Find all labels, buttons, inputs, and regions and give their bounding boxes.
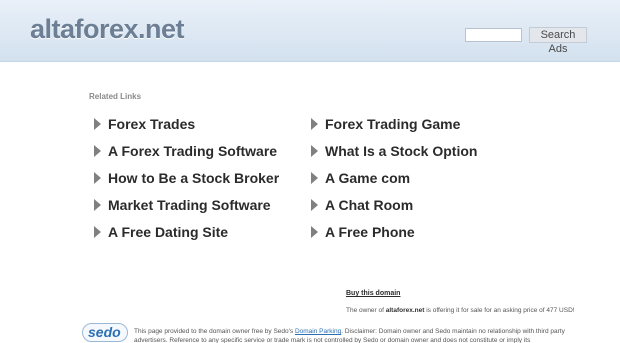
related-link[interactable]: A Free Phone [311, 218, 477, 245]
site-title: altaforex.net [30, 14, 185, 44]
related-link-label: Forex Trades [108, 115, 196, 132]
related-link-label: A Free Phone [325, 223, 415, 240]
related-link[interactable]: Forex Trades [94, 110, 279, 137]
sale-prefix: The owner of [346, 307, 386, 314]
arrow-right-icon [94, 144, 101, 157]
related-links-heading: Related Links [89, 92, 142, 101]
related-link[interactable]: A Chat Room [311, 191, 477, 218]
arrow-right-icon [94, 225, 101, 238]
search-input[interactable] [465, 28, 522, 42]
related-links-left-column: Forex Trades A Forex Trading Software Ho… [94, 110, 279, 245]
related-link[interactable]: A Forex Trading Software [94, 137, 279, 164]
related-link-label: A Free Dating Site [108, 223, 229, 240]
sedo-logo[interactable]: sedo [82, 323, 128, 342]
arrow-right-icon [94, 171, 101, 184]
disclaimer-text: This page provided to the domain owner f… [134, 327, 594, 343]
related-link-label: Market Trading Software [108, 196, 271, 213]
sale-domain: altaforex.net [385, 307, 425, 314]
arrow-right-icon [311, 117, 318, 130]
domain-parking-link[interactable]: Domain Parking [295, 328, 341, 335]
related-link-label: What Is a Stock Option [325, 142, 478, 159]
header-bar: altaforex.net Search Ads [0, 0, 620, 62]
related-links-right-column: Forex Trading Game What Is a Stock Optio… [311, 110, 477, 245]
search-ads-button[interactable]: Search Ads [529, 27, 587, 55]
sale-notice: The owner of altaforex.net is offering i… [346, 307, 596, 314]
related-link[interactable]: Forex Trading Game [311, 110, 477, 137]
sale-suffix: is offering it for sale for an asking pr… [424, 307, 575, 314]
disclaimer-prefix: This page provided to the domain owner f… [134, 328, 295, 335]
related-link[interactable]: What Is a Stock Option [311, 137, 477, 164]
related-link[interactable]: A Game com [311, 164, 477, 191]
arrow-right-icon [311, 144, 318, 157]
related-link-label: Forex Trading Game [325, 115, 461, 132]
related-link-label: A Game com [325, 169, 411, 186]
arrow-right-icon [311, 225, 318, 238]
arrow-right-icon [94, 117, 101, 130]
arrow-right-icon [311, 171, 318, 184]
related-link-label: How to Be a Stock Broker [108, 169, 280, 186]
related-link[interactable]: A Free Dating Site [94, 218, 279, 245]
related-link[interactable]: How to Be a Stock Broker [94, 164, 279, 191]
buy-domain-link[interactable]: Buy this domain [346, 290, 400, 297]
related-link[interactable]: Market Trading Software [94, 191, 279, 218]
related-link-label: A Chat Room [325, 196, 414, 213]
arrow-right-icon [311, 198, 318, 211]
arrow-right-icon [94, 198, 101, 211]
related-link-label: A Forex Trading Software [108, 142, 278, 159]
